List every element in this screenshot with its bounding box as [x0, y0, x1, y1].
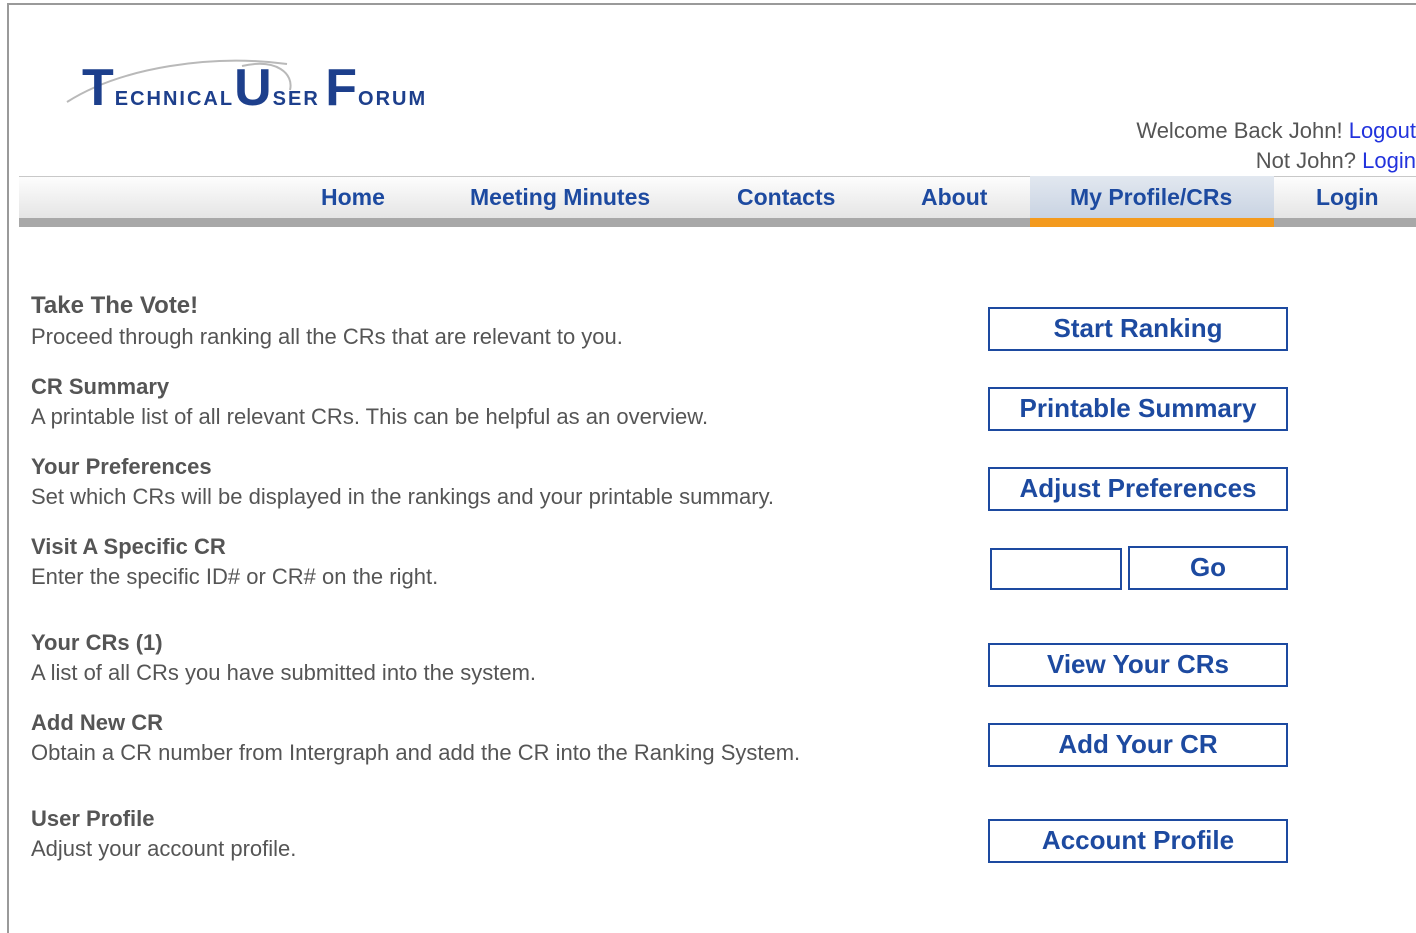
- preferences-title: Your Preferences: [31, 454, 212, 479]
- visit-cr-desc: Enter the specific ID# or CR# on the rig…: [31, 564, 439, 589]
- nav-login[interactable]: Login: [1316, 176, 1379, 218]
- take-vote-desc: Proceed through ranking all the CRs that…: [31, 324, 623, 349]
- nav-about[interactable]: About: [921, 176, 987, 218]
- login-link[interactable]: Login: [1362, 148, 1416, 173]
- your-crs-desc: A list of all CRs you have submitted int…: [31, 660, 537, 685]
- add-your-cr-button[interactable]: Add Your CR: [988, 723, 1288, 767]
- nav-active-indicator: [1030, 218, 1274, 227]
- view-your-crs-button[interactable]: View Your CRs: [988, 643, 1288, 687]
- nav-contacts[interactable]: Contacts: [737, 176, 835, 218]
- preferences-desc: Set which CRs will be displayed in the r…: [31, 484, 775, 509]
- your-crs-title: Your CRs (1): [31, 630, 163, 655]
- add-cr-desc: Obtain a CR number from Intergraph and a…: [31, 740, 801, 765]
- cr-id-input[interactable]: [990, 548, 1122, 590]
- take-vote-title: Take The Vote!: [31, 292, 199, 319]
- welcome-box: Welcome Back John! Logout Not John? Logi…: [1136, 116, 1416, 176]
- site-logo[interactable]: TECHNICALUSER FORUM: [62, 52, 442, 132]
- user-profile-title: User Profile: [31, 806, 155, 831]
- nav-my-profile-crs[interactable]: My Profile/CRs: [1070, 176, 1232, 218]
- cr-summary-desc: A printable list of all relevant CRs. Th…: [31, 404, 709, 429]
- start-ranking-button[interactable]: Start Ranking: [988, 307, 1288, 351]
- logout-link[interactable]: Logout: [1349, 118, 1416, 143]
- not-user-text: Not John?: [1255, 148, 1357, 173]
- nav-meeting-minutes[interactable]: Meeting Minutes: [470, 176, 650, 218]
- cr-summary-title: CR Summary: [31, 374, 170, 399]
- account-profile-button[interactable]: Account Profile: [988, 819, 1288, 863]
- logo-text: TECHNICALUSER FORUM: [82, 59, 428, 117]
- user-profile-desc: Adjust your account profile.: [31, 836, 297, 861]
- welcome-greeting: Welcome Back John!: [1136, 118, 1343, 143]
- nav-home[interactable]: Home: [321, 176, 385, 218]
- go-button[interactable]: Go: [1128, 546, 1288, 590]
- visit-cr-title: Visit A Specific CR: [31, 534, 226, 559]
- printable-summary-button[interactable]: Printable Summary: [988, 387, 1288, 431]
- add-cr-title: Add New CR: [31, 710, 163, 735]
- adjust-preferences-button[interactable]: Adjust Preferences: [988, 467, 1288, 511]
